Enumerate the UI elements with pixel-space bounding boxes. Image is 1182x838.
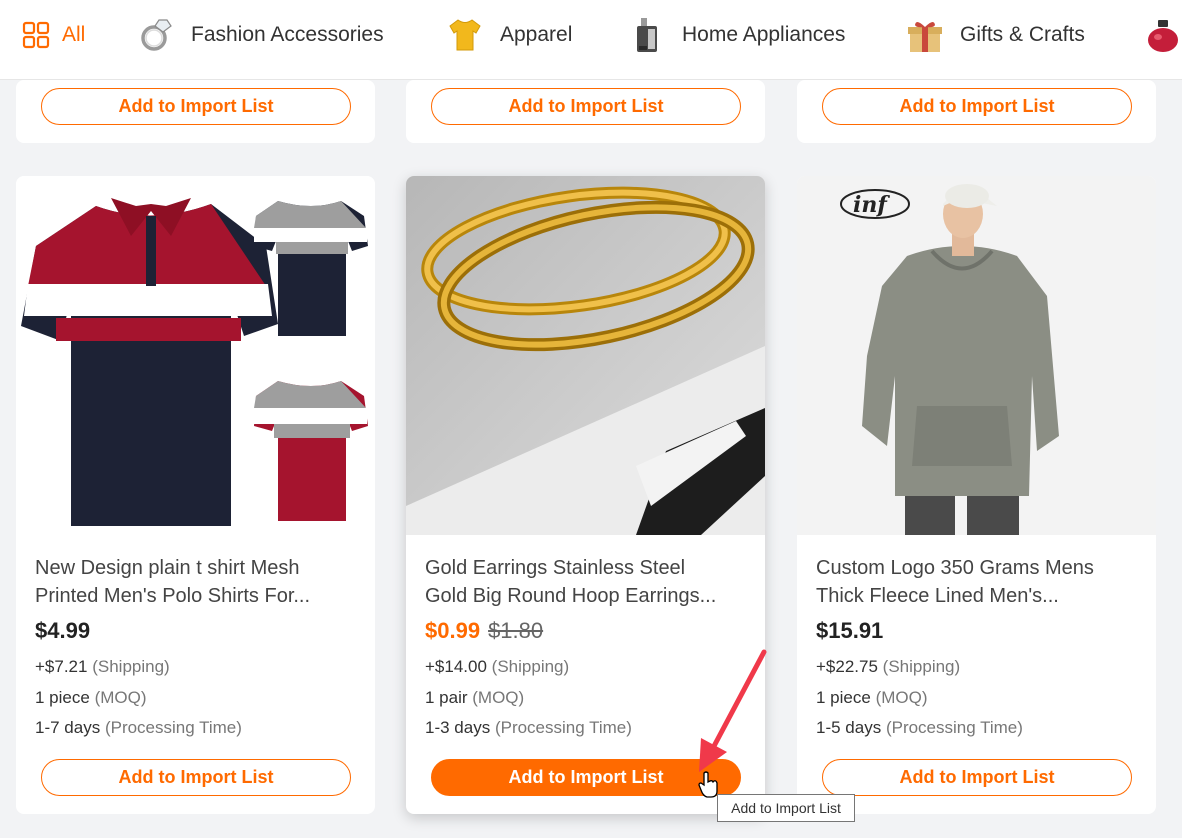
tooltip: Add to Import List: [717, 794, 855, 822]
annotation-arrow: [699, 649, 767, 772]
